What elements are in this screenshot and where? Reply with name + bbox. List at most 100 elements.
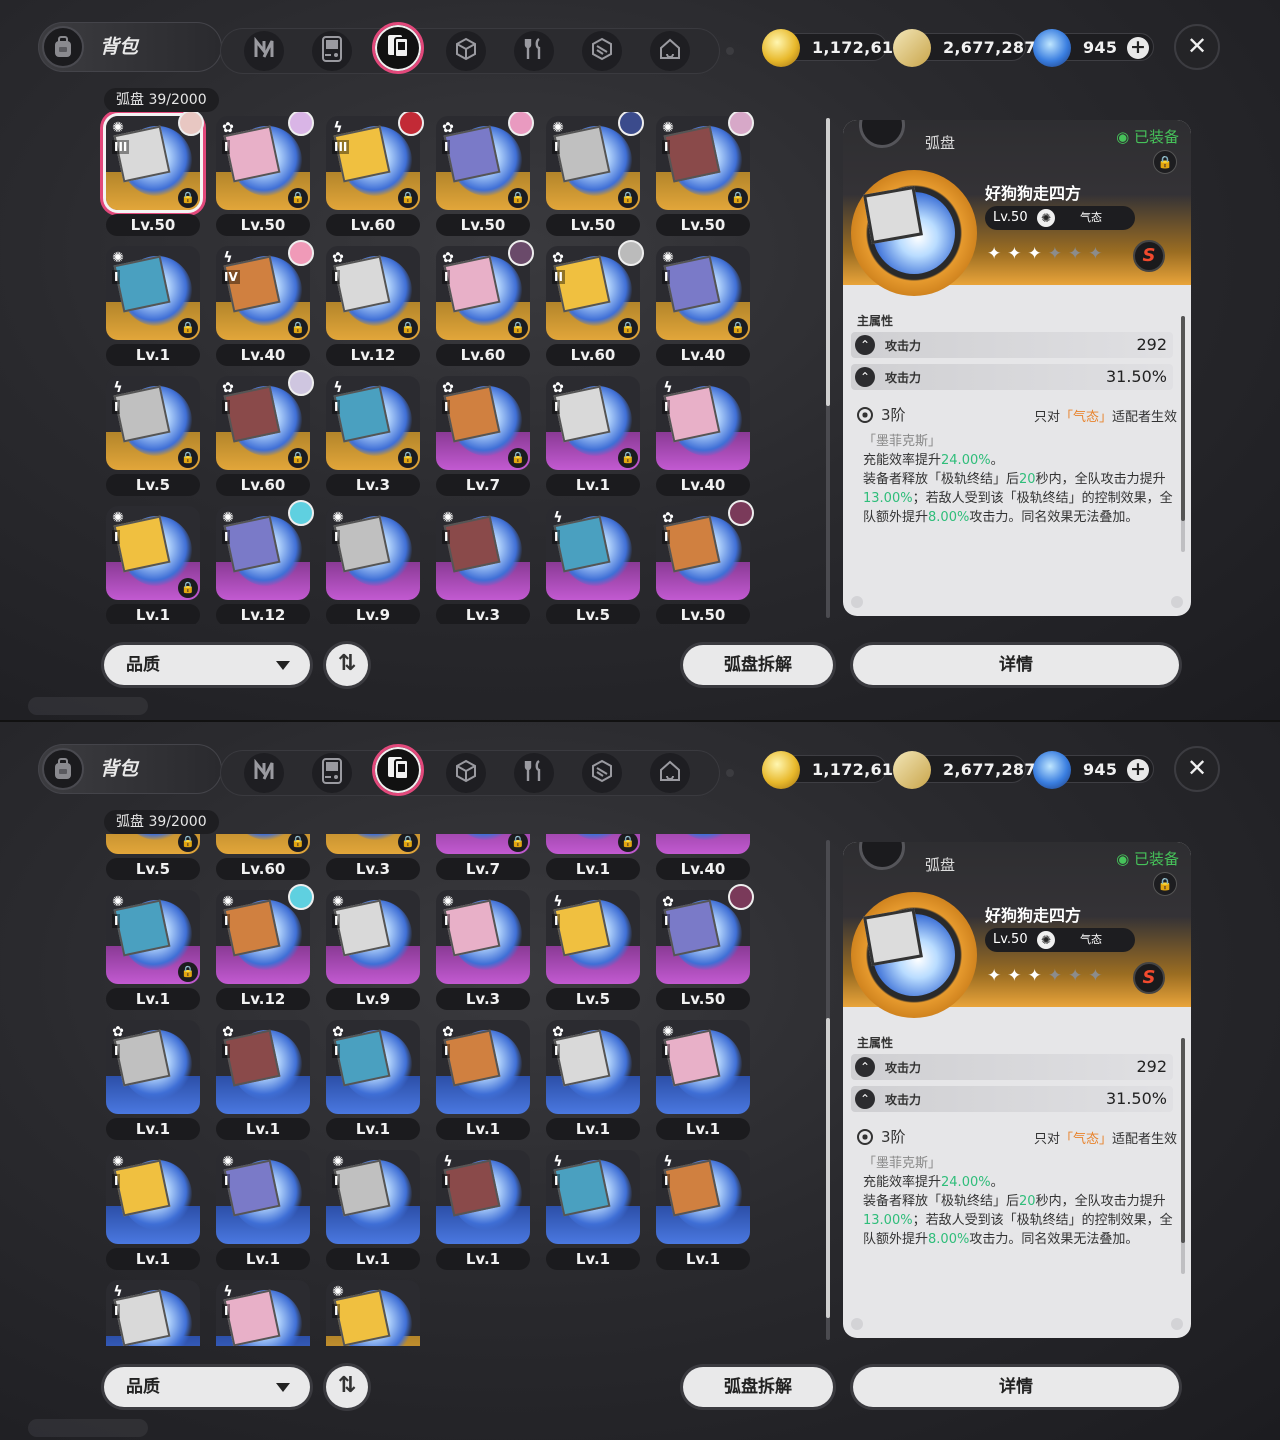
disc-card[interactable]: ϟ IV 🔒 Lv.40 <box>212 240 314 368</box>
close-button[interactable]: ✕ <box>1174 746 1220 792</box>
disc-card[interactable]: ϟI🔒Lv.5 <box>102 834 202 882</box>
lock-icon[interactable]: 🔒 <box>728 318 748 338</box>
tab-agent-n[interactable] <box>244 31 284 71</box>
disc-card[interactable]: ✿ I Lv.1 <box>542 1016 642 1142</box>
add-currency-button[interactable]: + <box>1127 37 1149 59</box>
disc-card[interactable]: ϟI🔒Lv.3 <box>322 834 422 882</box>
dismantle-button[interactable]: 弧盘拆解 <box>683 1367 833 1407</box>
disc-card[interactable]: ✿ I 🔒 Lv.12 <box>322 242 422 368</box>
disc-card[interactable]: ϟI <box>212 1276 312 1346</box>
tab-handheld-console[interactable] <box>312 31 352 71</box>
close-button[interactable]: ✕ <box>1174 24 1220 70</box>
disc-card[interactable]: ✿ I Lv.1 <box>102 1016 202 1142</box>
disc-card[interactable]: ϟ III 🔒 Lv.60 <box>322 112 424 238</box>
disc-card[interactable]: ✿ I 🔒 Lv.7 <box>432 372 532 498</box>
grid-scrollbar[interactable] <box>826 840 830 1340</box>
disc-card[interactable]: ✿ I Lv.1 <box>432 1016 532 1142</box>
lock-icon[interactable]: 🔒 <box>728 188 748 208</box>
disc-card[interactable]: ✺ I 🔒 Lv.50 <box>652 112 754 238</box>
disc-card[interactable]: ✺ I 🔒 Lv.1 <box>102 502 202 624</box>
lock-icon[interactable]: 🔒 <box>178 962 198 982</box>
lock-icon[interactable]: 🔒 <box>398 188 418 208</box>
disc-card[interactable]: ✺ I 🔒 Lv.1 <box>102 886 202 1012</box>
grid-scroll-thumb[interactable] <box>826 1018 830 1318</box>
disc-card[interactable]: ✿I🔒Lv.60 <box>212 370 314 498</box>
disc-card[interactable]: ✺ III 🔒 Lv.50 <box>102 112 204 238</box>
disc-card[interactable]: ϟ I Lv.1 <box>542 1146 642 1272</box>
lock-icon[interactable]: 🔒 <box>508 188 528 208</box>
grid-scrollbar[interactable] <box>826 118 830 618</box>
disc-card[interactable]: ✺ I Lv.9 <box>322 502 422 624</box>
panel-scrollbar[interactable] <box>1181 1038 1185 1274</box>
disc-card[interactable]: ✺ I Lv.12 <box>212 500 314 624</box>
lock-icon[interactable]: 🔒 <box>398 318 418 338</box>
disc-card[interactable]: ϟI Lv.40 <box>652 834 752 882</box>
lock-icon[interactable]: 🔒 <box>1153 872 1177 896</box>
bag-header[interactable]: 背包 <box>38 744 222 794</box>
dismantle-button[interactable]: 弧盘拆解 <box>683 645 833 685</box>
disc-card[interactable]: ✿ I 🔒 Lv.50 <box>432 112 534 238</box>
disc-card[interactable]: ✺ I Lv.1 <box>652 1016 752 1142</box>
disc-card[interactable]: ✿I🔒Lv.60 <box>212 834 312 882</box>
details-button[interactable]: 详情 <box>853 645 1179 685</box>
lock-icon[interactable]: 🔒 <box>288 188 308 208</box>
disc-card[interactable]: ✺ I Lv.1 <box>102 1146 202 1272</box>
panel-scrollbar[interactable] <box>1181 316 1185 552</box>
lock-icon[interactable]: 🔒 <box>508 448 528 468</box>
disc-card[interactable]: ✿ I Lv.1 <box>212 1016 312 1142</box>
tab-cube[interactable] <box>446 753 486 793</box>
disc-card[interactable]: ✺ I Lv.1 <box>212 1146 312 1272</box>
quality-filter-dropdown[interactable]: 品质 <box>104 1367 310 1407</box>
quality-filter-dropdown[interactable]: 品质 <box>104 645 310 685</box>
panel-scroll-thumb[interactable] <box>1181 1038 1185 1243</box>
details-button[interactable]: 详情 <box>853 1367 1179 1407</box>
disc-card[interactable]: ✺ I <box>322 1276 422 1346</box>
lock-icon[interactable]: 🔒 <box>178 188 198 208</box>
disc-card[interactable]: ✺ I Lv.3 <box>432 886 532 1012</box>
lock-icon[interactable]: 🔒 <box>178 318 198 338</box>
disc-card[interactable]: ✺ I 🔒 Lv.40 <box>652 242 752 368</box>
disc-card[interactable]: ϟ I Lv.1 <box>432 1146 532 1272</box>
grid-scroll-thumb[interactable] <box>826 118 830 406</box>
lock-icon[interactable]: 🔒 <box>1153 150 1177 174</box>
tab-food[interactable] <box>514 753 554 793</box>
lock-icon[interactable]: 🔒 <box>618 318 638 338</box>
disc-card[interactable]: ϟ I Lv.5 <box>542 886 642 1012</box>
disc-card[interactable]: ✿ II 🔒 Lv.60 <box>542 240 644 368</box>
disc-card[interactable]: ✿ I Lv.1 <box>322 1016 422 1142</box>
disc-card[interactable]: ✺ I Lv.9 <box>322 886 422 1012</box>
tab-food[interactable] <box>514 31 554 71</box>
disc-card[interactable]: ✺ I Lv.3 <box>432 502 532 624</box>
disc-card[interactable]: ✿I🔒Lv.60 <box>432 240 534 368</box>
tab-house[interactable] <box>650 31 690 71</box>
tab-drive-disc[interactable] <box>372 22 424 74</box>
tab-handheld-console[interactable] <box>312 753 352 793</box>
lock-icon[interactable]: 🔒 <box>288 448 308 468</box>
lock-icon[interactable]: 🔒 <box>618 448 638 468</box>
lock-icon[interactable]: 🔒 <box>178 578 198 598</box>
tab-hexagon-chip[interactable] <box>582 31 622 71</box>
disc-card[interactable]: ✿ I Lv.50 <box>652 884 754 1012</box>
bag-header[interactable]: 背包 <box>38 22 222 72</box>
lock-icon[interactable]: 🔒 <box>288 318 308 338</box>
tab-hexagon-chip[interactable] <box>582 753 622 793</box>
sort-button[interactable]: ⇅ <box>326 644 368 686</box>
panel-scroll-thumb[interactable] <box>1181 316 1185 521</box>
add-currency-button[interactable]: + <box>1127 759 1149 781</box>
disc-card[interactable]: ϟI Lv.40 <box>652 372 752 498</box>
lock-icon[interactable]: 🔒 <box>618 188 638 208</box>
disc-card[interactable]: ϟI🔒Lv.5 <box>102 372 202 498</box>
disc-card[interactable]: ϟ I Lv.5 <box>542 502 642 624</box>
disc-card[interactable]: ✿I🔒Lv.1 <box>542 834 642 882</box>
tab-drive-disc[interactable] <box>372 744 424 796</box>
lock-icon[interactable]: 🔒 <box>178 448 198 468</box>
tab-agent-n[interactable] <box>244 753 284 793</box>
disc-card[interactable]: ϟI🔒Lv.3 <box>322 372 422 498</box>
disc-card[interactable]: ϟ I Lv.1 <box>652 1146 752 1272</box>
disc-card[interactable]: ✿ I 🔒 Lv.50 <box>212 112 314 238</box>
lock-icon[interactable]: 🔒 <box>398 448 418 468</box>
tab-house[interactable] <box>650 753 690 793</box>
tab-cube[interactable] <box>446 31 486 71</box>
disc-card[interactable]: ✿ I Lv.50 <box>652 500 754 624</box>
lock-icon[interactable]: 🔒 <box>508 318 528 338</box>
